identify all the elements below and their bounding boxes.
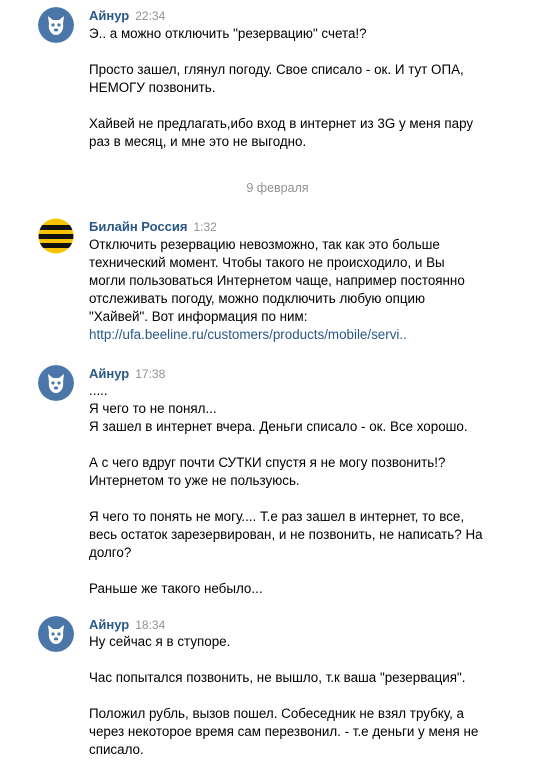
text-line: "Хайвей". Вот информация по ним: <box>89 309 308 324</box>
text-line: Положил рубль, вызов пошел. Собеседник н… <box>89 706 465 721</box>
message-text: ..... Я чего то не понял... Я зашел в ин… <box>89 382 509 598</box>
message-time[interactable]: 22:34 <box>135 9 165 23</box>
text-line: раз в месяц, и мне это не выгодно. <box>89 134 307 149</box>
text-line: Хайвей не предлагать,ибо вход в интернет… <box>89 116 474 131</box>
avatar[interactable] <box>38 616 74 652</box>
text-line: Просто зашел, глянул погоду. Свое списал… <box>89 62 464 77</box>
message-header: Айнур 18:34 <box>89 616 165 634</box>
text-line: Ну сейчас я в ступоре. <box>89 634 231 649</box>
text-line: долго? <box>89 545 132 560</box>
message-header: Айнур 22:34 <box>89 7 165 25</box>
text-line: НЕМОГУ позвонить. <box>89 80 216 95</box>
beeline-logo-icon <box>38 218 74 254</box>
vk-dog-avatar-icon <box>38 365 74 401</box>
message-time[interactable]: 18:34 <box>135 618 165 632</box>
text-line: отслеживать погоду, можно подключить люб… <box>89 291 426 306</box>
message-time[interactable]: 17:38 <box>135 367 165 381</box>
text-line: через некоторое время сам перезвонил. - … <box>89 724 479 739</box>
message-header: Айнур 17:38 <box>89 365 165 383</box>
text-line: весь остаток зарезервирован, и не позвон… <box>89 527 483 542</box>
author-name[interactable]: Айнур <box>89 617 129 632</box>
message-text: Э.. а можно отключить "резервацию" счета… <box>89 25 484 151</box>
vk-dog-avatar-icon <box>38 616 74 652</box>
avatar[interactable] <box>38 218 74 254</box>
vk-dog-avatar-icon <box>38 7 74 43</box>
text-line: А с чего вдруг почти СУТКИ спустя я не м… <box>89 455 446 470</box>
info-link[interactable]: http://ufa.beeline.ru/customers/products… <box>89 327 407 342</box>
avatar[interactable] <box>38 7 74 43</box>
message-time[interactable]: 1:32 <box>193 220 216 234</box>
text-line: Раньше же такого небыло... <box>89 581 263 596</box>
author-name[interactable]: Айнур <box>89 8 129 23</box>
text-line: могли пользоваться Интернетом чаще, напр… <box>89 273 465 288</box>
date-separator: 9 февраля <box>246 181 309 195</box>
message-text: Отключить резервацию невозможно, так как… <box>89 236 509 344</box>
message-text: Ну сейчас я в ступоре. Час попытался поз… <box>89 633 509 759</box>
author-name[interactable]: Айнур <box>89 366 129 381</box>
text-line: технический момент. Чтобы такого не прои… <box>89 255 445 270</box>
text-line: Я зашел в интернет вчера. Деньги списало… <box>89 419 468 434</box>
text-line: списало. <box>89 742 144 757</box>
avatar[interactable] <box>38 365 74 401</box>
text-line: Я чего то не понял... <box>89 401 217 416</box>
text-line: Я чего то понять не могу.... Т.е раз заш… <box>89 509 465 524</box>
text-line: Интернетом то уже не пользуюсь. <box>89 473 300 488</box>
message-header: Билайн Россия 1:32 <box>89 218 217 236</box>
text-line: Отключить резервацию невозможно, так как… <box>89 237 440 252</box>
author-name[interactable]: Билайн Россия <box>89 219 187 234</box>
text-line: ..... <box>89 383 108 398</box>
text-line: Э.. а можно отключить "резервацию" счета… <box>89 26 367 41</box>
text-line: Час попытался позвонить, не вышло, т.к в… <box>89 670 466 685</box>
